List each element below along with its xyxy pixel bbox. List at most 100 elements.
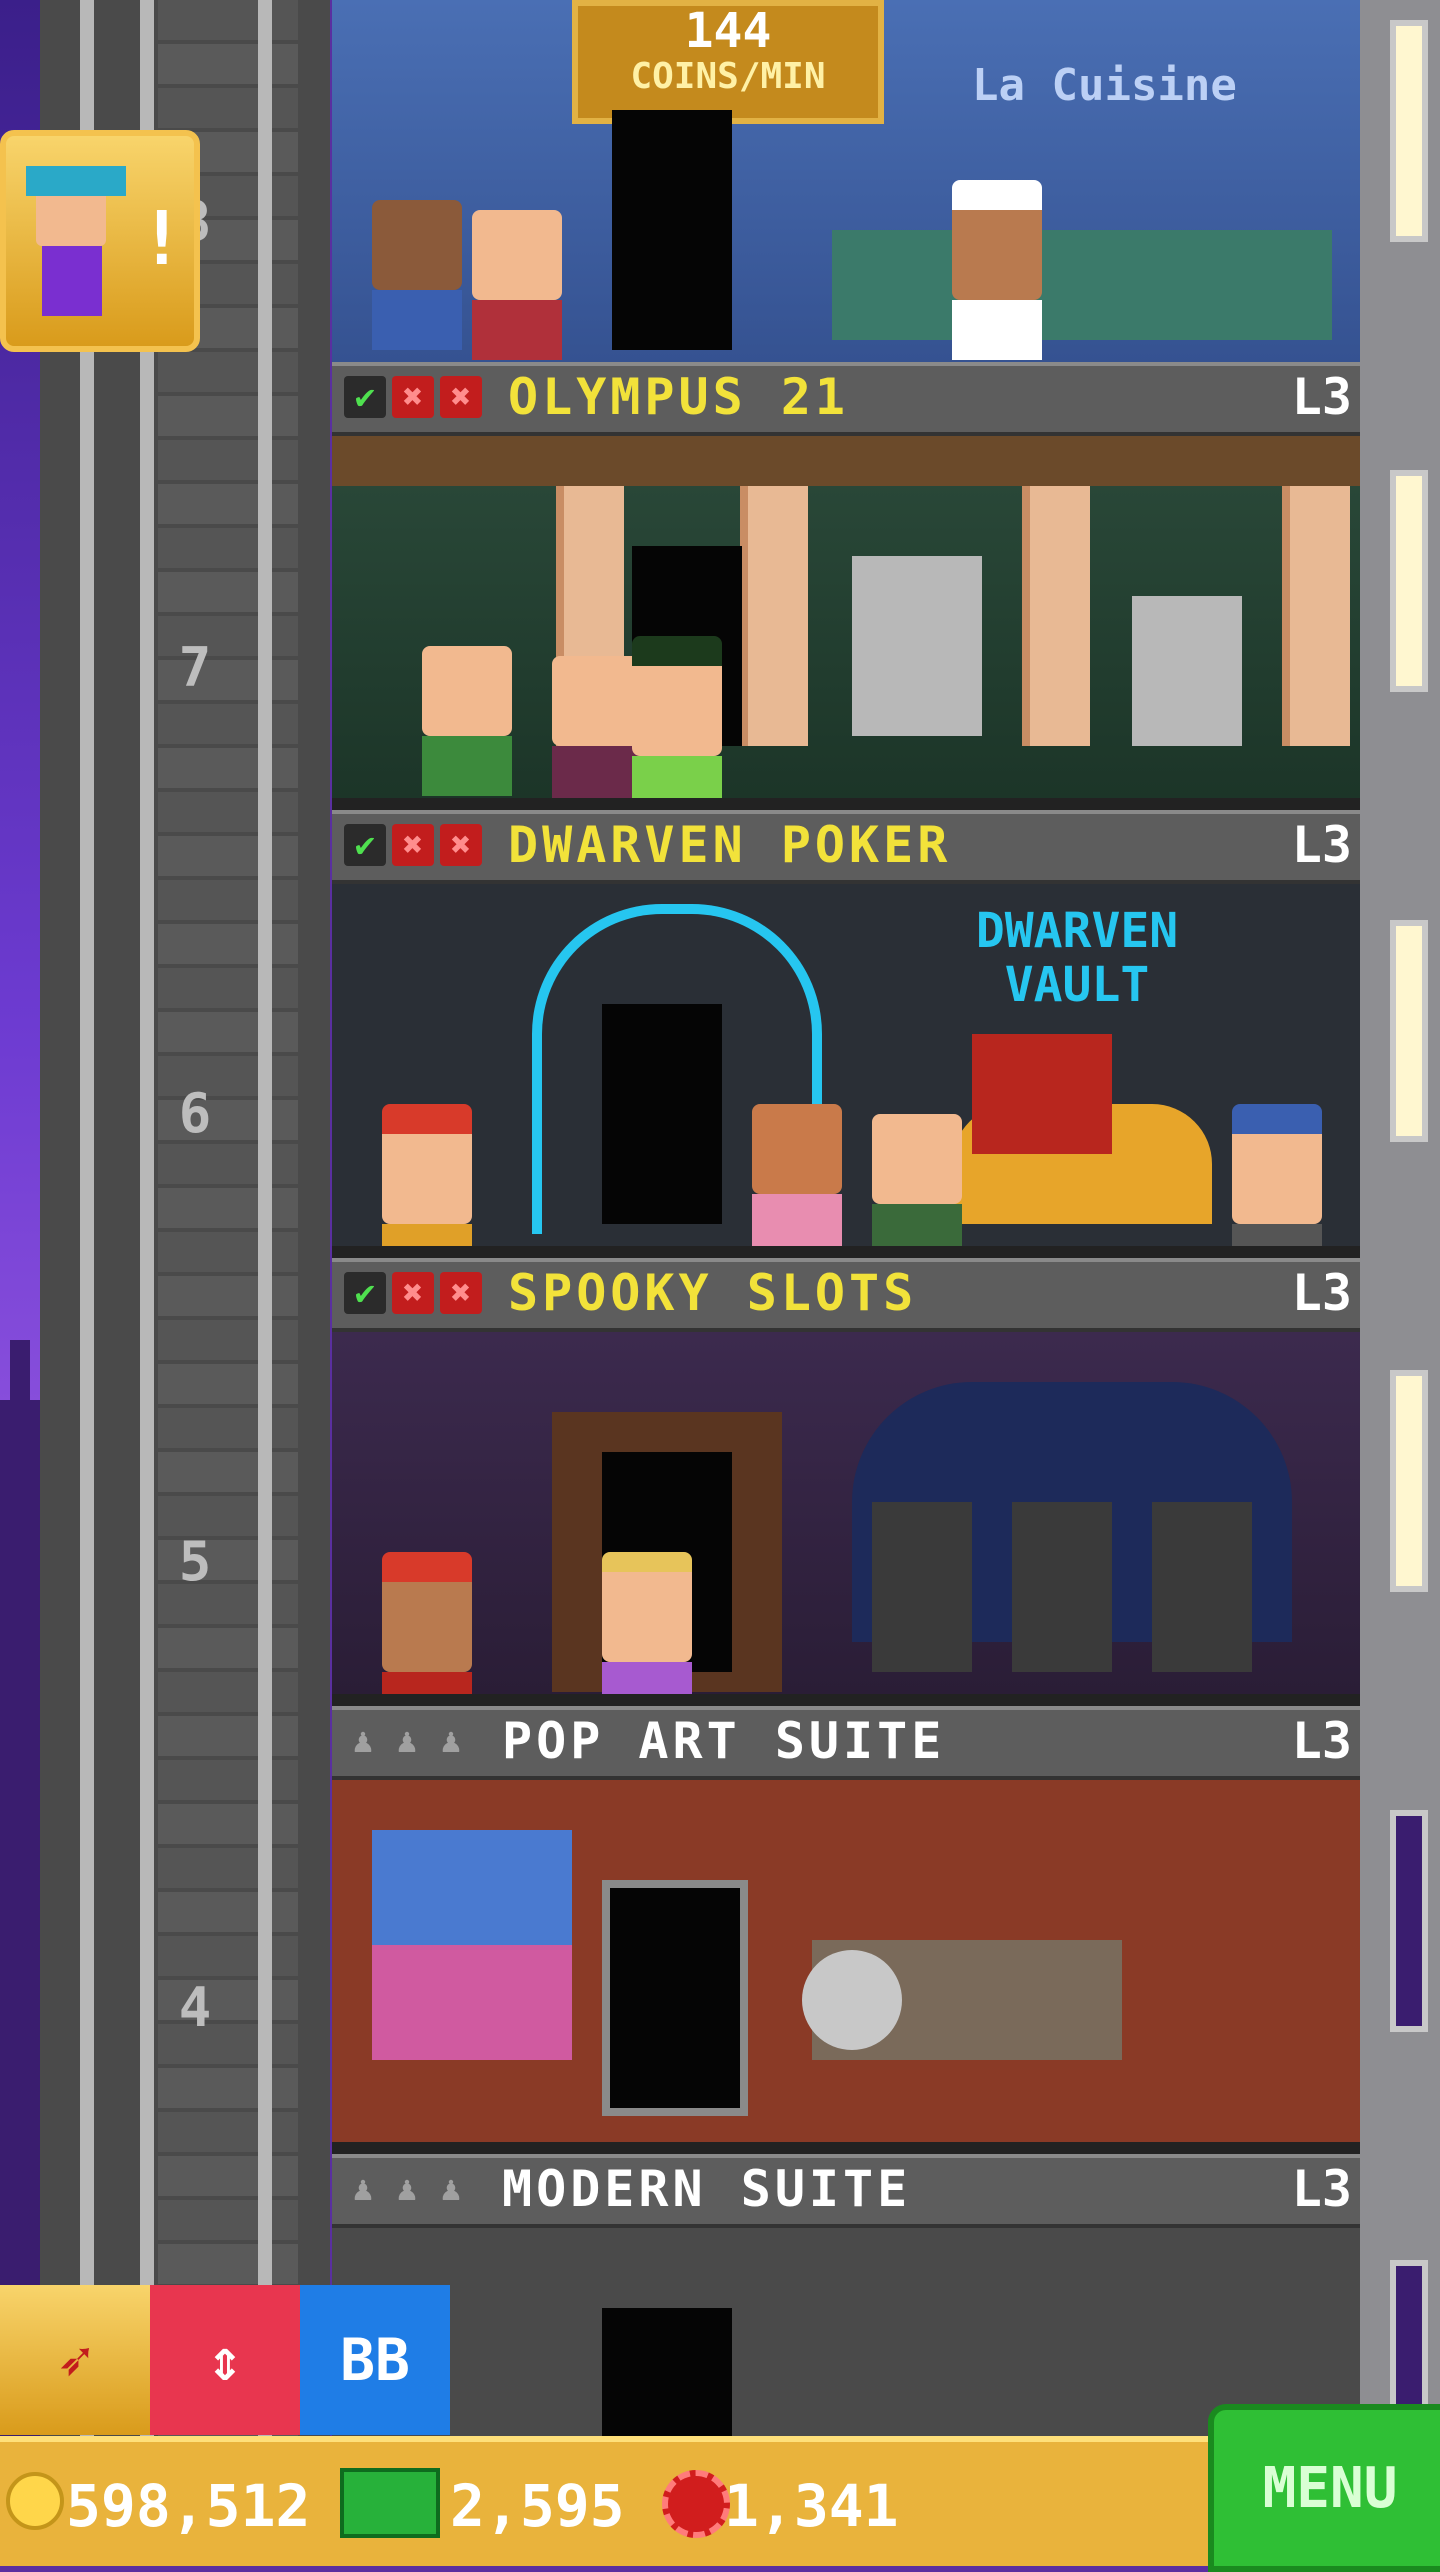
stock-ok-icon: ✔ xyxy=(344,824,386,866)
shaft-bricks xyxy=(158,0,298,2560)
bux-count: 2,595 xyxy=(450,2472,625,2540)
slot-machine xyxy=(1152,1502,1252,1672)
floor-number-5: 5 xyxy=(178,1530,212,1593)
resident[interactable] xyxy=(632,636,722,798)
coins-rate-value: 144 xyxy=(684,3,772,59)
stock-empty-icon: ✖ xyxy=(440,1272,482,1314)
passenger-cap xyxy=(26,166,126,196)
menu-button[interactable]: MENU xyxy=(1208,2404,1440,2572)
passenger-body xyxy=(42,246,102,316)
floor-number-4: 4 xyxy=(178,1976,212,2039)
toolbar: ➶ ⇕ BB xyxy=(0,2285,450,2435)
elevator-control-button[interactable]: ⇕ xyxy=(150,2285,300,2435)
stock-empty-icon: ✖ xyxy=(440,824,482,866)
raffle-rocket-button[interactable]: ➶ xyxy=(0,2285,150,2435)
floor-name: SPOOKY SLOTS xyxy=(508,1264,918,1322)
resident[interactable] xyxy=(372,200,462,350)
chef[interactable] xyxy=(952,180,1042,360)
stock-indicators: ✔ ✖ ✖ xyxy=(344,1272,482,1314)
floor-level: L3 xyxy=(1291,368,1352,426)
resident[interactable] xyxy=(872,1114,962,1246)
floor-4-header[interactable]: ♟ ♟ ♟ POP ART SUITE L3 xyxy=(332,1706,1360,1780)
resident[interactable] xyxy=(422,646,512,796)
floor-3-header[interactable]: ♟ ♟ ♟ MODERN SUITE L3 xyxy=(332,2154,1360,2228)
up-down-arrows-icon: ⇕ xyxy=(207,2326,243,2394)
pillar xyxy=(1022,486,1090,746)
building-right-wall xyxy=(1360,0,1440,2560)
dragon xyxy=(972,1034,1112,1154)
floor-number-7: 7 xyxy=(178,636,212,699)
window-light xyxy=(1390,920,1428,1142)
bellhop-resident[interactable] xyxy=(382,1552,472,1694)
slot-machine xyxy=(872,1502,972,1672)
stock-empty-icon: ✖ xyxy=(392,376,434,418)
coins-per-minute-badge[interactable]: 144 COINS/MIN xyxy=(572,0,884,124)
floor-level: L3 xyxy=(1291,1264,1352,1322)
floor-name: DWARVEN POKER xyxy=(508,816,952,874)
coin-icon xyxy=(6,2472,64,2530)
minotaur-statue xyxy=(1132,596,1242,746)
elevator-car[interactable]: ! xyxy=(0,130,200,352)
floor-7-header[interactable]: ✔ ✖ ✖ OLYMPUS 21 L3 xyxy=(332,362,1360,436)
stock-ok-icon: ✔ xyxy=(344,376,386,418)
floor-5-room[interactable] xyxy=(332,1332,1360,1694)
stock-empty-icon: ✖ xyxy=(440,376,482,418)
window-light xyxy=(1390,470,1428,692)
restaurant-sign: La Cuisine xyxy=(972,60,1237,111)
resident[interactable] xyxy=(752,1104,842,1246)
vault-sign: DWARVEN VAULT xyxy=(975,903,1179,1013)
pillar xyxy=(740,486,808,746)
window-light xyxy=(1390,1370,1428,1592)
floor-name: OLYMPUS 21 xyxy=(508,368,850,426)
casino-frieze xyxy=(332,436,1360,486)
dwarf-resident[interactable] xyxy=(382,1104,472,1246)
stock-empty-icon: ✖ xyxy=(392,1272,434,1314)
resident[interactable] xyxy=(472,210,562,360)
floor-6-header[interactable]: ✔ ✖ ✖ DWARVEN POKER L3 xyxy=(332,810,1360,884)
dining-area xyxy=(832,230,1332,340)
dwarf-resident[interactable] xyxy=(1232,1104,1322,1246)
window-light xyxy=(1390,20,1428,242)
floor-4-room[interactable] xyxy=(332,1780,1360,2142)
person-icon: ♟ xyxy=(396,2169,418,2209)
rocket-icon: ➶ xyxy=(57,2326,93,2394)
shaft-rail-mid xyxy=(140,0,154,2560)
person-icon: ♟ xyxy=(440,2169,462,2209)
person-icon: ♟ xyxy=(352,1721,374,1761)
floor-6-room[interactable]: DWARVEN VAULT xyxy=(332,884,1360,1246)
slot-machine xyxy=(1012,1502,1112,1672)
person-icon: ♟ xyxy=(352,2169,374,2209)
resident[interactable] xyxy=(602,1552,692,1694)
resident[interactable] xyxy=(552,656,642,798)
floor-5-header[interactable]: ✔ ✖ ✖ SPOOKY SLOTS L3 xyxy=(332,1258,1360,1332)
room-door xyxy=(602,1880,748,2116)
floor-name: POP ART SUITE xyxy=(502,1712,946,1770)
stock-indicators: ✔ ✖ ✖ xyxy=(344,824,482,866)
stock-empty-icon: ✖ xyxy=(392,824,434,866)
occupancy-indicators: ♟ ♟ ♟ xyxy=(344,1720,470,1762)
tower: 144 COINS/MIN La Cuisine ✔ ✖ ✖ OLYMPUS 2… xyxy=(332,0,1360,2560)
window-dark xyxy=(1390,1810,1428,2032)
chips-count: 1,341 xyxy=(724,2472,899,2540)
shaft-rail-right xyxy=(258,0,272,2560)
coins-count: 598,512 xyxy=(66,2472,311,2540)
floor-level: L3 xyxy=(1291,816,1352,874)
bitbook-button[interactable]: BB xyxy=(300,2285,450,2435)
floor-number-6: 6 xyxy=(178,1082,212,1145)
stock-ok-icon: ✔ xyxy=(344,1272,386,1314)
bb-label: BB xyxy=(340,2326,410,2394)
elevator-alert-icon: ! xyxy=(139,196,184,282)
room-door xyxy=(602,1004,722,1224)
floor-8-room[interactable]: 144 COINS/MIN La Cuisine xyxy=(332,0,1360,362)
person-icon: ♟ xyxy=(440,1721,462,1761)
shaft-rail-left xyxy=(80,0,94,2560)
person-icon: ♟ xyxy=(396,1721,418,1761)
floor-level: L3 xyxy=(1291,2160,1352,2218)
pop-art-painting xyxy=(372,1830,572,2060)
chip-icon xyxy=(662,2470,730,2538)
tower-bux-icon xyxy=(340,2468,440,2538)
occupancy-indicators: ♟ ♟ ♟ xyxy=(344,2168,470,2210)
pillar xyxy=(1282,486,1350,746)
stock-indicators: ✔ ✖ ✖ xyxy=(344,376,482,418)
floor-7-room[interactable] xyxy=(332,436,1360,798)
